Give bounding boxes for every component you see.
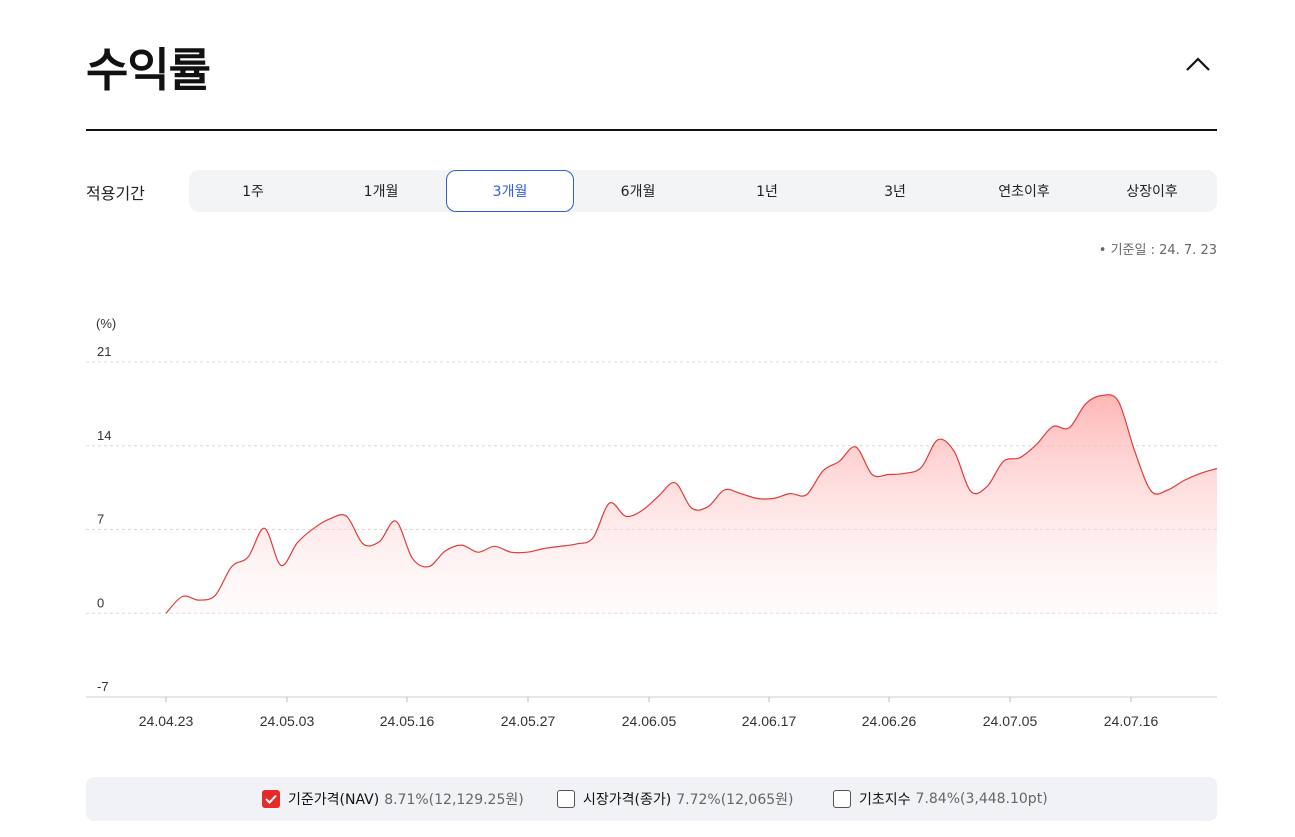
y-tick-label: 14: [97, 428, 111, 443]
checkbox-unchecked-icon[interactable]: [833, 790, 851, 808]
legend-item-base-index[interactable]: 기초지수 7.84%(3,448.10pt): [833, 777, 1048, 821]
legend-item-nav[interactable]: 기준가격(NAV) 8.71%(12,129.25원): [262, 777, 524, 821]
y-tick-label: 21: [97, 344, 111, 359]
legend-name: 기준가격(NAV): [288, 792, 380, 808]
legend-value: 7.84%(3,448.10pt): [915, 791, 1048, 807]
legend: 기준가격(NAV) 8.71%(12,129.25원) 시장가격(종가) 7.7…: [86, 777, 1217, 821]
x-tick-label: 24.06.05: [622, 713, 677, 729]
checkbox-unchecked-icon[interactable]: [557, 790, 575, 808]
legend-name: 시장가격(종가): [583, 792, 672, 808]
return-chart: 21 14 7 0 -7 24.04.23 24.05.03 24.05.16 24.05.27…: [86, 344, 1218, 729]
x-tick-label: 24.04.23: [139, 713, 194, 729]
y-tick-label: 7: [97, 512, 104, 527]
checkbox-checked-icon[interactable]: [262, 790, 280, 808]
legend-name: 기초지수: [859, 792, 911, 808]
x-tick-label: 24.05.27: [501, 713, 556, 729]
legend-item-market-price[interactable]: 시장가격(종가) 7.72%(12,065원): [557, 777, 793, 821]
legend-value: 8.71%(12,129.25원): [384, 792, 524, 808]
x-tick-label: 24.05.03: [260, 713, 315, 729]
x-tick-label: 24.05.16: [380, 713, 435, 729]
x-tick-label: 24.07.16: [1104, 713, 1159, 729]
x-tick-label: 24.06.17: [742, 713, 797, 729]
y-tick-label: 0: [97, 595, 104, 610]
legend-value: 7.72%(12,065원): [676, 792, 794, 808]
x-tick-label: 24.06.26: [862, 713, 917, 729]
x-tick-label: 24.07.05: [983, 713, 1038, 729]
y-tick-label: -7: [97, 679, 109, 694]
